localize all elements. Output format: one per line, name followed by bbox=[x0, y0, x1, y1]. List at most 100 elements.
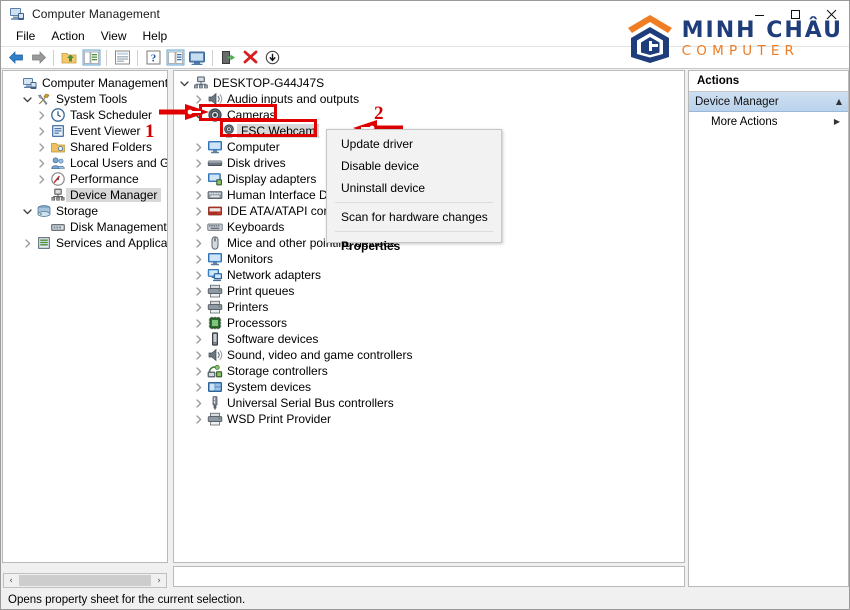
console-tree-item-row[interactable]: Shared Folders bbox=[3, 139, 167, 155]
chevron-right-icon[interactable] bbox=[33, 155, 49, 171]
actions-group-device-manager[interactable]: Device Manager ▲ bbox=[689, 92, 848, 112]
chevron-right-icon[interactable] bbox=[190, 315, 206, 331]
device-tree-item-row[interactable]: System devices bbox=[174, 379, 684, 395]
device-tree-item-row[interactable]: Storage controllers bbox=[174, 363, 684, 379]
device-tree-item-row[interactable]: Software devices bbox=[174, 331, 684, 347]
properties-icon[interactable] bbox=[111, 47, 133, 68]
chevron-right-icon[interactable] bbox=[33, 107, 49, 123]
minimize-button[interactable] bbox=[741, 1, 777, 27]
chevron-right-icon[interactable] bbox=[190, 331, 206, 347]
annotation-number-2: 2 bbox=[374, 103, 384, 124]
chevron-right-icon[interactable] bbox=[190, 267, 206, 283]
update-driver-icon[interactable] bbox=[217, 47, 239, 68]
menu-file[interactable]: File bbox=[8, 28, 43, 45]
chevron-down-icon[interactable] bbox=[19, 203, 35, 219]
maximize-button[interactable] bbox=[777, 1, 813, 27]
chevron-right-icon[interactable] bbox=[190, 139, 206, 155]
close-button[interactable] bbox=[813, 1, 849, 27]
chevron-down-icon[interactable] bbox=[176, 75, 192, 91]
device-manager-icon bbox=[49, 187, 66, 203]
console-tree-hscrollbar[interactable]: ‹ › bbox=[3, 573, 167, 588]
event-viewer-icon bbox=[49, 123, 66, 139]
storage-icon bbox=[35, 203, 52, 219]
chevron-down-icon[interactable] bbox=[190, 107, 206, 123]
device-tree-item-row[interactable]: Audio inputs and outputs bbox=[174, 91, 684, 107]
console-tree-item-row[interactable]: Services and Applications bbox=[3, 235, 167, 251]
console-tree-item-row[interactable]: Storage bbox=[3, 203, 167, 219]
chevron-right-icon[interactable] bbox=[190, 187, 206, 203]
console-tree-item-label: Device Manager bbox=[66, 188, 162, 202]
chevron-right-icon[interactable] bbox=[33, 123, 49, 139]
forward-arrow-icon[interactable] bbox=[27, 47, 49, 68]
device-tree-item-row[interactable]: Printers bbox=[174, 299, 684, 315]
chevron-right-icon[interactable] bbox=[33, 139, 49, 155]
help-icon[interactable]: ? bbox=[142, 47, 164, 68]
context-menu-item-update-driver[interactable]: Update driver bbox=[327, 133, 501, 155]
console-tree-item-label: Shared Folders bbox=[70, 140, 153, 154]
device-tree-item-row[interactable]: DESKTOP-G44J47S bbox=[174, 75, 684, 91]
chevron-right-icon[interactable] bbox=[190, 363, 206, 379]
chevron-down-icon[interactable] bbox=[19, 91, 35, 107]
device-tree-item-row[interactable]: Print queues bbox=[174, 283, 684, 299]
context-menu-item-uninstall-device[interactable]: Uninstall device bbox=[327, 177, 501, 199]
console-tree-item-row[interactable]: Computer Management (Local bbox=[3, 75, 167, 91]
chevron-right-icon[interactable] bbox=[190, 299, 206, 315]
device-tree-item-row[interactable]: Universal Serial Bus controllers bbox=[174, 395, 684, 411]
up-folder-icon[interactable] bbox=[58, 47, 80, 68]
context-menu-item-disable-device[interactable]: Disable device bbox=[327, 155, 501, 177]
device-tree-item-row[interactable]: Network adapters bbox=[174, 267, 684, 283]
chevron-right-icon[interactable] bbox=[190, 91, 206, 107]
chevron-right-icon[interactable] bbox=[190, 171, 206, 187]
device-tree-item-row[interactable]: Processors bbox=[174, 315, 684, 331]
console-tree-item-row[interactable]: System Tools bbox=[3, 91, 167, 107]
chevron-right-icon[interactable] bbox=[190, 155, 206, 171]
device-tree-item-row[interactable]: Cameras bbox=[174, 107, 684, 123]
device-tree-item-row[interactable]: WSD Print Provider bbox=[174, 411, 684, 427]
scroll-left-icon[interactable]: ‹ bbox=[4, 574, 18, 587]
uninstall-device-icon[interactable] bbox=[239, 47, 261, 68]
computer-management-icon bbox=[9, 6, 25, 22]
services-icon bbox=[35, 235, 52, 251]
console-tree-item-row[interactable]: Event Viewer bbox=[3, 123, 167, 139]
toolbar-separator bbox=[137, 49, 138, 66]
chevron-right-icon[interactable] bbox=[190, 411, 206, 427]
console-tree-item-row[interactable]: Local Users and Groups bbox=[3, 155, 167, 171]
console-tree-item-row[interactable]: Device Manager bbox=[3, 187, 167, 203]
chevron-right-icon[interactable] bbox=[19, 235, 35, 251]
chevron-right-icon[interactable] bbox=[190, 379, 206, 395]
list-view-icon[interactable] bbox=[164, 47, 186, 68]
back-arrow-icon[interactable] bbox=[5, 47, 27, 68]
menu-help[interactable]: Help bbox=[135, 28, 176, 45]
chevron-right-icon[interactable] bbox=[190, 283, 206, 299]
show-hide-console-tree-icon[interactable] bbox=[80, 47, 102, 68]
device-tree-item-label: DESKTOP-G44J47S bbox=[213, 76, 325, 90]
console-tree: Computer Management (Local System Tools Ta… bbox=[3, 71, 167, 251]
scroll-right-icon[interactable]: › bbox=[152, 574, 166, 587]
chevron-right-icon[interactable] bbox=[190, 395, 206, 411]
chevron-right-icon[interactable] bbox=[190, 347, 206, 363]
console-tree-item-row[interactable]: Performance bbox=[3, 171, 167, 187]
context-menu-item-properties[interactable]: Properties bbox=[327, 235, 501, 257]
console-tree-item-row[interactable]: Disk Management bbox=[3, 219, 167, 235]
chevron-up-icon[interactable]: ▲ bbox=[836, 97, 842, 106]
device-tree-item-row[interactable]: Sound, video and game controllers bbox=[174, 347, 684, 363]
chevron-right-icon[interactable] bbox=[190, 203, 206, 219]
menu-action[interactable]: Action bbox=[43, 28, 92, 45]
chevron-right-icon[interactable] bbox=[190, 219, 206, 235]
actions-item-more-actions[interactable]: More Actions ▶ bbox=[689, 112, 848, 131]
hid-icon bbox=[206, 187, 223, 203]
chevron-right-icon[interactable]: ▶ bbox=[834, 117, 840, 126]
chevron-right-icon[interactable] bbox=[33, 171, 49, 187]
console-tree-item-row[interactable]: Task Scheduler bbox=[3, 107, 167, 123]
context-menu-item-scan-for-hardware-changes[interactable]: Scan for hardware changes bbox=[327, 206, 501, 228]
webcam-icon bbox=[220, 123, 237, 139]
chevron-right-icon[interactable] bbox=[190, 235, 206, 251]
console-tree-pane[interactable]: Computer Management (Local System Tools Ta… bbox=[2, 70, 168, 563]
display-icon[interactable] bbox=[186, 47, 208, 68]
menu-view[interactable]: View bbox=[93, 28, 135, 45]
scrollbar-thumb[interactable] bbox=[19, 575, 151, 586]
scan-hardware-icon[interactable] bbox=[261, 47, 283, 68]
monitor-icon bbox=[206, 139, 223, 155]
chevron-right-icon[interactable] bbox=[190, 251, 206, 267]
